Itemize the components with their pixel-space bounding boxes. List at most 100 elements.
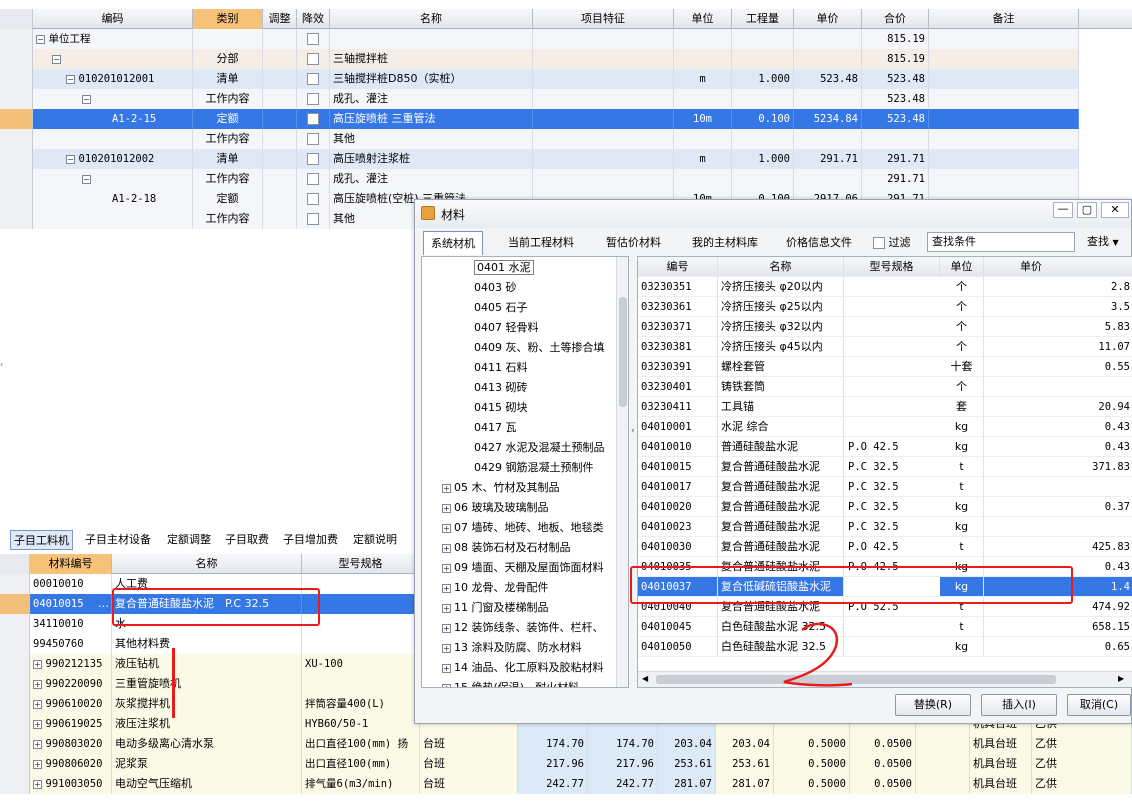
expand-toggle-icon[interactable]: + <box>442 643 451 653</box>
material-option-row[interactable]: 03230351 冷挤压接头 φ20以内个 2.8 <box>638 277 1132 297</box>
tree-node[interactable]: 0409 灰、粉、土等掺合填 <box>422 338 616 358</box>
tree-node[interactable]: +12 装饰线条、装饰件、栏杆、 <box>422 618 616 638</box>
efficiency-checkbox[interactable] <box>307 213 319 225</box>
top-grid-row[interactable]: − 010201012002 清单 高压喷射注浆桩 m 1.000 291.71 291.7… <box>0 149 1132 169</box>
filter-toggle[interactable]: 过滤 <box>873 236 911 252</box>
material-row[interactable]: + 991003050 电动空气压缩机 排气量6(m3/min) 台班 242.77 24… <box>0 774 1132 794</box>
tree-node[interactable]: +07 墙砖、地砖、地板、地毯类 <box>422 518 616 538</box>
search-input[interactable]: 查找条件 <box>927 232 1075 252</box>
col-total[interactable]: 合价 <box>862 9 929 29</box>
cancel-button[interactable]: 取消(C) <box>1067 694 1131 716</box>
expand-toggle-icon[interactable]: + <box>442 543 451 553</box>
tab-quota-notes[interactable]: 定额说明 <box>350 530 400 550</box>
tree-node[interactable]: +11 门窗及楼梯制品 <box>422 598 616 618</box>
expand-toggle-icon[interactable]: + <box>442 523 451 533</box>
tree-node[interactable]: +08 装饰石材及石材制品 <box>422 538 616 558</box>
expand-toggle-icon[interactable]: + <box>442 563 451 573</box>
expand-toggle-icon[interactable]: + <box>442 503 451 513</box>
efficiency-checkbox[interactable] <box>307 173 319 185</box>
tree-node[interactable]: 0413 砌砖 <box>422 378 616 398</box>
material-option-row[interactable]: 03230401 铸铁套筒个 <box>638 377 1132 397</box>
col-material-name[interactable]: 名称 <box>112 554 302 574</box>
tab-system-materials[interactable]: 系统材机 <box>423 231 483 255</box>
tree-scrollbar[interactable] <box>616 257 628 687</box>
col-price[interactable]: 单价 <box>794 9 862 29</box>
tree-scroll-thumb[interactable] <box>619 297 627 407</box>
material-option-row[interactable]: 04010017 复合普通硅酸盐水泥 P.C 32.5 t <box>638 477 1132 497</box>
top-grid-row[interactable]: − 010201012001 清单 三轴搅拌桩D850（实桩） m 1.000 523.4… <box>0 69 1132 89</box>
tree-node[interactable]: 0405 石子 <box>422 298 616 318</box>
tab-price-info-file[interactable]: 价格信息文件 <box>779 231 859 255</box>
col-mat-name[interactable]: 名称 <box>718 257 844 277</box>
col-mat-price[interactable]: 单价 <box>984 257 1132 277</box>
tab-fees[interactable]: 子目取费 <box>222 530 272 550</box>
col-material-code[interactable]: 材料编号 <box>30 554 112 574</box>
replace-button[interactable]: 替换(R) <box>895 694 971 716</box>
filter-checkbox[interactable] <box>873 237 885 249</box>
insert-button[interactable]: 插入(I) <box>981 694 1057 716</box>
tab-my-material-library[interactable]: 我的主材料库 <box>685 231 765 255</box>
material-option-row[interactable]: 03230411 工具锚套 20.94 <box>638 397 1132 417</box>
tree-node[interactable]: +15 绝热(保温)、耐火材料 <box>422 678 616 687</box>
collapse-toggle-icon[interactable]: − <box>36 34 45 44</box>
material-option-row[interactable]: 04010015 复合普通硅酸盐水泥 P.C 32.5 t 371.83 <box>638 457 1132 477</box>
material-option-row[interactable]: 04010010 普通硅酸盐水泥 P.O 42.5 kg 0.43 <box>638 437 1132 457</box>
tree-node[interactable]: 0415 砌块 <box>422 398 616 418</box>
col-feature[interactable]: 项目特征 <box>533 9 674 29</box>
col-remark[interactable]: 备注 <box>929 9 1079 29</box>
tree-node[interactable]: +05 木、竹材及其制品 <box>422 478 616 498</box>
material-hscrollbar[interactable]: ◀ ▶ <box>638 671 1132 687</box>
material-option-row[interactable]: 03230371 冷挤压接头 φ32以内个 5.83 <box>638 317 1132 337</box>
expand-toggle-icon[interactable]: + <box>33 719 42 729</box>
top-grid-row[interactable]: − 工作内容 成孔、灌注 291.71 <box>0 169 1132 189</box>
material-row[interactable]: + 990806020 泥浆泵 出口直径100(mm) 台班 217.96 217.96 2… <box>0 754 1132 774</box>
tree-node[interactable]: +09 墙面、天棚及屋面饰面材料 <box>422 558 616 578</box>
scroll-right-icon[interactable]: ▶ <box>1118 674 1124 683</box>
find-button[interactable]: 查找 ▼ <box>1083 232 1129 252</box>
splitter-handle[interactable]: ‹ <box>0 360 6 460</box>
expand-toggle-icon[interactable]: + <box>442 583 451 593</box>
top-grid-row[interactable]: − 分部 三轴搅拌桩 815.19 <box>0 49 1132 69</box>
material-option-row[interactable]: 04010030 复合普通硅酸盐水泥 P.O 42.5 t 425.83 <box>638 537 1132 557</box>
top-grid-row[interactable]: 工作内容 其他 <box>0 129 1132 149</box>
expand-toggle-icon[interactable]: + <box>442 483 451 493</box>
tree-node[interactable]: +13 涂料及防腐、防水材料 <box>422 638 616 658</box>
col-name[interactable]: 名称 <box>330 9 533 29</box>
material-option-row[interactable]: 04010023 复合普通硅酸盐水泥 P.C 32.5 kg <box>638 517 1132 537</box>
col-qty[interactable]: 工程量 <box>732 9 794 29</box>
collapse-toggle-icon[interactable]: − <box>66 154 75 164</box>
tree-node[interactable]: 0411 石料 <box>422 358 616 378</box>
tree-node[interactable]: 0417 瓦 <box>422 418 616 438</box>
tree-node[interactable]: 0401 水泥 <box>422 258 616 278</box>
expand-toggle-icon[interactable]: + <box>442 663 451 673</box>
tree-node[interactable]: +14 油品、化工原料及胶粘材料 <box>422 658 616 678</box>
expand-toggle-icon[interactable]: + <box>33 739 42 749</box>
collapse-toggle-icon[interactable]: − <box>82 174 91 184</box>
top-grid-row[interactable]: − 工作内容 成孔、灌注 523.48 <box>0 89 1132 109</box>
expand-toggle-icon[interactable]: + <box>442 683 451 687</box>
tab-quota-adjust[interactable]: 定额调整 <box>164 530 214 550</box>
efficiency-checkbox[interactable] <box>307 113 319 125</box>
maximize-button[interactable]: ▢ <box>1077 202 1097 218</box>
close-button[interactable]: ✕ <box>1101 202 1129 218</box>
panel-collapse-icon[interactable]: ‹ <box>631 426 635 436</box>
col-mat-code[interactable]: 编号 <box>638 257 718 277</box>
efficiency-checkbox[interactable] <box>307 33 319 45</box>
expand-toggle-icon[interactable]: + <box>442 603 451 613</box>
tree-node[interactable]: +06 玻璃及玻璃制品 <box>422 498 616 518</box>
col-efficiency[interactable]: 降效 <box>297 9 330 29</box>
col-code[interactable]: 编码 <box>33 9 193 29</box>
material-option-row[interactable]: 03230381 冷挤压接头 φ45以内个 11.07 <box>638 337 1132 357</box>
col-category[interactable]: 类别 <box>193 9 263 29</box>
material-option-row[interactable]: 03230361 冷挤压接头 φ25以内个 3.5 <box>638 297 1132 317</box>
col-mat-spec[interactable]: 型号规格 <box>844 257 940 277</box>
tree-node[interactable]: 0427 水泥及混凝土预制品 <box>422 438 616 458</box>
expand-toggle-icon[interactable]: + <box>33 779 42 789</box>
col-material-spec[interactable]: 型号规格 <box>302 554 420 574</box>
material-hscroll-thumb[interactable] <box>656 675 1056 684</box>
expand-toggle-icon[interactable]: + <box>33 699 42 709</box>
collapse-toggle-icon[interactable]: − <box>52 54 61 64</box>
minimize-button[interactable]: — <box>1053 202 1073 218</box>
material-option-row[interactable]: 04010001 水泥 综合 kg 0.43 <box>638 417 1132 437</box>
collapse-toggle-icon[interactable]: − <box>66 74 75 84</box>
